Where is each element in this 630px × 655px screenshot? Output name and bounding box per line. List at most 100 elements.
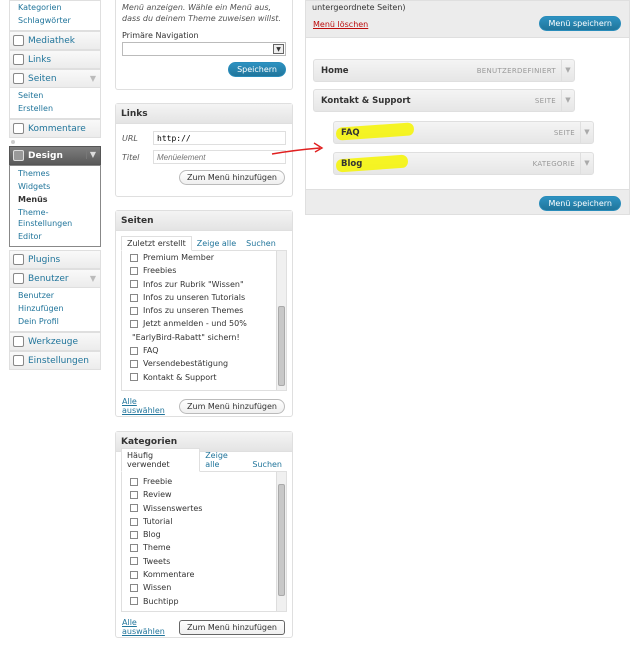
list-item[interactable]: Premium Member	[122, 251, 286, 264]
tab-search[interactable]: Suchen	[241, 237, 281, 250]
list-item[interactable]: Wissen	[122, 581, 286, 594]
submenu-profile[interactable]: Dein Profil	[18, 315, 100, 328]
select-all-pages-link[interactable]: Alle auswählen	[122, 397, 179, 415]
list-item[interactable]: Blog	[122, 528, 286, 541]
checkbox[interactable]	[130, 584, 138, 593]
checkbox[interactable]	[130, 557, 138, 566]
list-item[interactable]: Tutorial	[122, 515, 286, 528]
tab-search[interactable]: Suchen	[247, 458, 287, 471]
pages-box: Seiten Zuletzt erstellt Zeige alle Suche…	[115, 210, 293, 417]
list-item[interactable]: Jetzt anmelden - und 50%	[122, 317, 286, 330]
media-icon	[13, 35, 24, 46]
save-menu-bottom-button[interactable]: Menü speichern	[539, 196, 621, 211]
plugins-icon	[13, 254, 24, 265]
chevron-down-icon[interactable]: ▼	[580, 153, 593, 174]
checkbox[interactable]	[130, 517, 138, 526]
list-item[interactable]: Wissenswertes	[122, 502, 286, 515]
scrollbar[interactable]	[276, 472, 286, 611]
chevron-down-icon[interactable]: ▼	[561, 90, 574, 111]
submenu-tags[interactable]: Schlagwörter	[18, 14, 100, 27]
submenu-categories[interactable]: Kategorien	[18, 1, 100, 14]
checkbox[interactable]	[130, 306, 138, 315]
add-pages-button[interactable]: Zum Menü hinzufügen	[179, 398, 285, 414]
save-menu-button[interactable]: Menü speichern	[539, 16, 621, 31]
submenu-new-page[interactable]: Erstellen	[18, 102, 100, 115]
delete-menu-link[interactable]: Menü löschen	[313, 20, 368, 29]
submenu-widgets[interactable]: Widgets	[18, 180, 100, 193]
submenu-theme-settings[interactable]: Theme-Einstellungen	[18, 207, 78, 229]
list-item[interactable]: Freebies	[122, 264, 286, 277]
links-box-title: Links	[116, 104, 292, 124]
chevron-down-icon[interactable]: ▼	[580, 122, 593, 143]
menu-pages[interactable]: Seiten ▼	[9, 69, 101, 88]
submenu-pages[interactable]: Seiten	[18, 89, 100, 102]
list-item[interactable]: FAQ	[122, 344, 286, 357]
links-icon	[13, 54, 24, 65]
list-item[interactable]: Kontakt & Support	[122, 371, 286, 384]
checkbox[interactable]	[130, 320, 138, 329]
checkbox[interactable]	[130, 373, 138, 382]
submenu-themes[interactable]: Themes	[18, 167, 100, 180]
list-item[interactable]: Infos zur Rubrik "Wissen"	[122, 278, 286, 291]
save-locations-button[interactable]: Speichern	[228, 62, 286, 77]
checkbox[interactable]	[130, 490, 138, 499]
list-item[interactable]: Freebie	[122, 475, 286, 488]
add-link-button[interactable]: Zum Menü hinzufügen	[179, 170, 285, 185]
menu-item-home[interactable]: Home BENUTZERDEFINIERT ▼	[313, 59, 575, 82]
checkbox[interactable]	[130, 293, 138, 302]
menu-item-faq[interactable]: FAQ SEITE ▼	[333, 121, 594, 144]
list-item[interactable]: Theme	[122, 541, 286, 554]
chevron-down-icon[interactable]: ▼	[85, 150, 96, 159]
chevron-down-icon[interactable]: ▼	[90, 274, 96, 283]
menu-links-label: Links	[28, 54, 52, 65]
menu-design[interactable]: Design ▼	[9, 146, 101, 165]
list-item[interactable]: Buchtipp	[122, 595, 286, 608]
menu-media[interactable]: Mediathek	[9, 31, 101, 50]
menu-users[interactable]: Benutzer ▼	[9, 269, 101, 288]
chevron-down-icon[interactable]: ▼	[561, 60, 574, 81]
list-item[interactable]: Review	[122, 488, 286, 501]
url-input[interactable]	[153, 131, 286, 145]
menu-item-contact[interactable]: Kontakt & Support SEITE ▼	[313, 89, 575, 112]
scrollbar[interactable]	[276, 251, 286, 390]
tools-icon	[13, 336, 24, 347]
list-item[interactable]: Versendebestätigung	[122, 357, 286, 370]
submenu-add-user[interactable]: Hinzufügen	[18, 302, 100, 315]
list-item[interactable]: Tweets	[122, 555, 286, 568]
checkbox[interactable]	[130, 266, 138, 275]
submenu-users[interactable]: Benutzer	[18, 289, 100, 302]
submenu-editor[interactable]: Editor	[18, 230, 100, 243]
chevron-down-icon[interactable]: ▼	[90, 74, 96, 83]
select-all-categories-link[interactable]: Alle auswählen	[122, 618, 179, 636]
menu-plugins[interactable]: Plugins	[9, 250, 101, 269]
checkbox[interactable]	[130, 597, 138, 606]
menu-plugins-label: Plugins	[28, 254, 61, 265]
red-arrow-icon	[271, 142, 324, 155]
location-select[interactable]: ▼	[122, 42, 286, 56]
tab-show-all[interactable]: Zeige alle	[192, 237, 241, 250]
link-title-input[interactable]	[153, 150, 286, 164]
menu-comments[interactable]: Kommentare	[9, 119, 101, 138]
menu-links[interactable]: Links	[9, 50, 101, 69]
checkbox[interactable]	[130, 253, 138, 262]
tab-recent[interactable]: Zuletzt erstellt	[121, 236, 192, 251]
list-item[interactable]: Kommentare	[122, 568, 286, 581]
menu-settings[interactable]: Einstellungen	[9, 351, 101, 370]
checkbox[interactable]	[130, 360, 138, 369]
checkbox[interactable]	[130, 544, 138, 553]
tab-show-all[interactable]: Zeige alle	[200, 449, 247, 471]
tab-most-used[interactable]: Häufig verwendet	[121, 448, 201, 472]
menu-item-title: Kontakt & Support	[321, 95, 411, 106]
submenu-menus[interactable]: Menüs	[18, 193, 100, 206]
checkbox[interactable]	[130, 530, 138, 539]
menu-tools[interactable]: Werkzeuge	[9, 332, 101, 351]
checkbox[interactable]	[130, 570, 138, 579]
menu-item-blog[interactable]: Blog KATEGORIE ▼	[333, 152, 594, 175]
checkbox[interactable]	[130, 280, 138, 289]
checkbox[interactable]	[130, 504, 138, 513]
checkbox[interactable]	[130, 477, 138, 486]
list-item[interactable]: Infos zu unseren Tutorials	[122, 291, 286, 304]
list-item[interactable]: Infos zu unseren Themes	[122, 304, 286, 317]
checkbox[interactable]	[130, 346, 138, 355]
add-categories-button[interactable]: Zum Menü hinzufügen	[179, 619, 285, 635]
